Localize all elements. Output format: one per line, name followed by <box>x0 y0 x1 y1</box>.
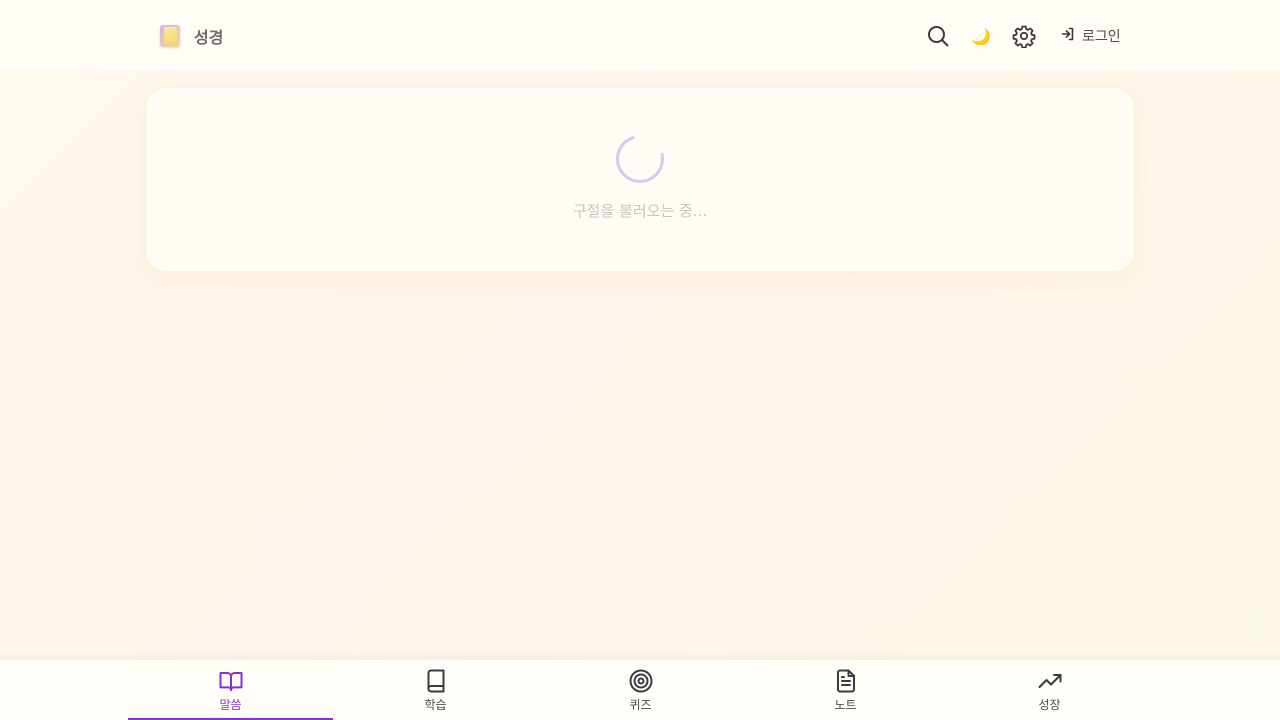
login-icon <box>1060 26 1076 46</box>
document-icon <box>833 668 859 694</box>
login-label: 로그인 <box>1082 29 1121 45</box>
nav-item-notes[interactable]: 노트 <box>743 660 948 720</box>
open-book-icon <box>218 668 244 694</box>
verse-card: 구절을 불러오는 중... <box>145 87 1135 272</box>
top-header: 성경 🌙 로그인 <box>0 0 1280 70</box>
settings-gear-icon[interactable] <box>1012 24 1036 48</box>
moon-icon: 🌙 <box>971 26 991 46</box>
bottom-navigation: 말씀 학습 퀴즈 노트 성장 <box>0 660 1280 720</box>
nav-item-study[interactable]: 학습 <box>333 660 538 720</box>
brand[interactable]: 성경 <box>160 24 223 48</box>
search-icon[interactable] <box>926 24 950 48</box>
login-button[interactable]: 로그인 <box>1060 25 1121 47</box>
nav-label-study: 학습 <box>424 698 447 712</box>
target-icon <box>628 668 654 694</box>
loading-text: 구절을 불러오는 중... <box>572 202 708 220</box>
nav-label-word: 말씀 <box>219 698 242 712</box>
nav-item-growth[interactable]: 성장 <box>947 660 1152 720</box>
theme-toggle-moon-icon[interactable]: 🌙 <box>969 24 993 48</box>
brand-title: 성경 <box>194 28 224 47</box>
nav-label-notes: 노트 <box>834 698 857 712</box>
loading-spinner <box>607 126 673 192</box>
nav-item-quiz[interactable]: 퀴즈 <box>538 660 743 720</box>
nav-item-word[interactable]: 말씀 <box>128 660 333 720</box>
nav-label-growth: 성장 <box>1038 698 1061 712</box>
trending-up-icon <box>1037 668 1063 694</box>
nav-label-quiz: 퀴즈 <box>629 698 652 712</box>
bible-logo-icon <box>160 25 180 47</box>
book-icon <box>423 668 449 694</box>
